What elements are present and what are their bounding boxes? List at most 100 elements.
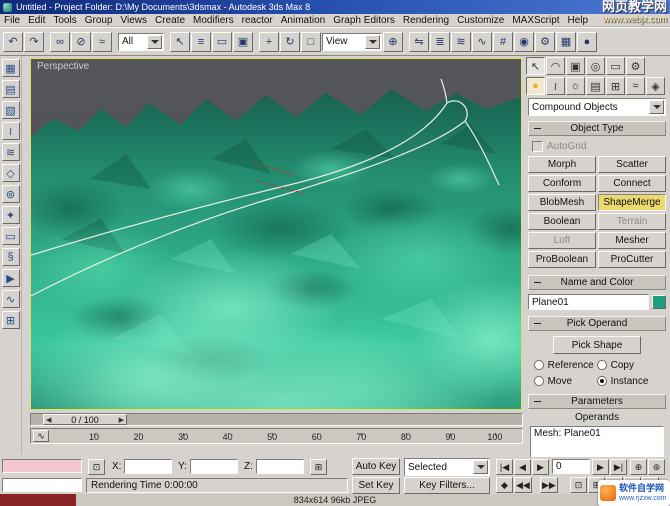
display-tab-icon[interactable]: ▭	[606, 57, 625, 75]
maxscript-mini-listener-history[interactable]	[2, 478, 82, 492]
schematic-view-icon[interactable]: #	[493, 31, 513, 52]
mesher-button[interactable]: Mesher	[598, 232, 666, 249]
rope-icon[interactable]: ≀	[1, 122, 20, 140]
wind-icon[interactable]: ∿	[1, 290, 20, 308]
select-object-icon[interactable]: ↖	[170, 31, 190, 52]
shapemerge-button[interactable]: ShapeMerge	[598, 194, 666, 211]
motion-tab-icon[interactable]: ◎	[586, 57, 605, 75]
title-bar[interactable]: Untitled - Project Folder: D:\My Documen…	[0, 0, 670, 14]
utilities-tab-icon[interactable]: ⚙	[626, 57, 645, 75]
rollout-parameters[interactable]: Parameters	[528, 394, 666, 409]
use-pivot-icon[interactable]: ⊕	[383, 31, 403, 52]
hierarchy-tab-icon[interactable]: ▣	[566, 57, 585, 75]
menu-views[interactable]: Views	[117, 15, 152, 26]
menu-customize[interactable]: Customize	[453, 15, 508, 26]
shapes-icon[interactable]: ≀	[546, 77, 565, 95]
render-scene-icon[interactable]: ⚙	[535, 31, 555, 52]
x-coordinate-field[interactable]	[124, 459, 172, 474]
go-to-end-icon[interactable]: ▶|	[610, 459, 627, 475]
blobmesh-button[interactable]: BlobMesh	[528, 194, 596, 211]
mini-curve-editor-icon[interactable]: ∿	[33, 430, 49, 442]
next-frame-icon[interactable]: ▶	[592, 459, 609, 475]
select-rotate-icon[interactable]: ↻	[280, 31, 300, 52]
selection-filter-dropdown[interactable]: All	[118, 32, 164, 51]
spring-icon[interactable]: §	[1, 248, 20, 266]
align-icon[interactable]: ≣	[430, 31, 450, 52]
zoom-extents-icon[interactable]: ⊡	[570, 477, 587, 493]
selected-filter-dropdown[interactable]: Selected	[404, 458, 490, 476]
pick-shape-button[interactable]: Pick Shape	[553, 336, 641, 354]
constraint-icon[interactable]: ◇	[1, 164, 20, 182]
y-coordinate-field[interactable]	[190, 459, 238, 474]
auto-key-button[interactable]: Auto Key	[352, 458, 400, 475]
perspective-viewport[interactable]: Perspective	[30, 58, 522, 410]
menu-maxscript[interactable]: MAXScript	[508, 15, 563, 26]
menu-animation[interactable]: Animation	[277, 15, 329, 26]
copy-radio[interactable]	[597, 360, 607, 370]
z-coordinate-field[interactable]	[256, 459, 304, 474]
scatter-button[interactable]: Scatter	[598, 156, 666, 173]
key-mode-icon[interactable]: ◆	[496, 477, 513, 493]
quick-render-icon[interactable]: ●	[577, 31, 597, 52]
curve-editor-icon[interactable]: ∿	[472, 31, 492, 52]
morph-button[interactable]: Morph	[528, 156, 596, 173]
render-type-icon[interactable]: ▦	[556, 31, 576, 52]
previous-key-icon[interactable]: ◀◀	[514, 477, 532, 493]
select-move-icon[interactable]: +	[259, 31, 279, 52]
zoom-icon[interactable]: ⊕	[630, 459, 647, 475]
bind-spacewarp-icon[interactable]: ≈	[92, 31, 112, 52]
reference-radio[interactable]	[534, 360, 544, 370]
fracture-icon[interactable]: ✦	[1, 206, 20, 224]
object-color-swatch[interactable]	[652, 295, 666, 309]
helpers-icon[interactable]: ⊞	[606, 77, 625, 95]
operand-item[interactable]: Mesh: Plane01	[531, 427, 663, 440]
rollout-object-type[interactable]: Object Type	[528, 121, 666, 136]
layer-manager-icon[interactable]: ≋	[451, 31, 471, 52]
rollout-pick-operand[interactable]: Pick Operand	[528, 316, 666, 331]
zoom-all-icon[interactable]: ⊛	[648, 459, 665, 475]
proboolean-button[interactable]: ProBoolean	[528, 251, 596, 268]
boolean-button[interactable]: Boolean	[528, 213, 596, 230]
grid-snap-icon[interactable]: ⊞	[310, 459, 327, 475]
track-bar[interactable]: ∿ 10 20 30 40 50 60 70 80 90 100	[30, 428, 523, 444]
reference-coordinate-dropdown[interactable]: View	[322, 32, 382, 51]
motor-icon[interactable]: ⊚	[1, 185, 20, 203]
select-scale-icon[interactable]: □	[301, 31, 321, 52]
autogrid-checkbox[interactable]	[532, 141, 543, 152]
conform-button[interactable]: Conform	[528, 175, 596, 192]
water-icon[interactable]: ≋	[1, 143, 20, 161]
current-frame-field[interactable]: 0	[552, 459, 590, 474]
key-filters-button[interactable]: Key Filters...	[404, 477, 490, 494]
rect-selection-icon[interactable]: ▭	[212, 31, 232, 52]
crossing-selection-icon[interactable]: ▣	[233, 31, 253, 52]
redo-icon[interactable]: ↷	[24, 31, 44, 52]
plane-icon[interactable]: ▭	[1, 227, 20, 245]
next-key-icon[interactable]: ▶▶	[540, 477, 558, 493]
menu-group[interactable]: Group	[81, 15, 117, 26]
rigid-body-icon[interactable]: ▦	[1, 59, 20, 77]
menu-graph-editors[interactable]: Graph Editors	[329, 15, 399, 26]
select-link-icon[interactable]: ∞	[50, 31, 70, 52]
menu-tools[interactable]: Tools	[49, 15, 80, 26]
connect-button[interactable]: Connect	[598, 175, 666, 192]
mirror-icon[interactable]: ⇋	[409, 31, 429, 52]
menu-edit[interactable]: Edit	[24, 15, 49, 26]
object-name-field[interactable]: Plane01	[528, 294, 649, 310]
move-radio[interactable]	[534, 376, 544, 386]
undo-icon[interactable]: ↶	[3, 31, 23, 52]
systems-icon[interactable]: ◈	[646, 77, 665, 95]
frame-back-icon[interactable]: ◀	[46, 416, 51, 424]
menu-reactor[interactable]: reactor	[238, 15, 277, 26]
selection-lock-icon[interactable]: ⊡	[88, 459, 105, 475]
select-by-name-icon[interactable]: ≡	[191, 31, 211, 52]
cameras-icon[interactable]: ▤	[586, 77, 605, 95]
set-key-button[interactable]: Set Key	[352, 477, 400, 494]
rollout-name-color[interactable]: Name and Color	[528, 275, 666, 290]
play-icon[interactable]: ▶	[532, 459, 549, 475]
create-tab-icon[interactable]: ↖	[526, 57, 545, 75]
analyze-icon[interactable]: ⊞	[1, 311, 20, 329]
time-slider-handle[interactable]: ◀ 0 / 100 ▶	[43, 414, 127, 425]
cloth-icon[interactable]: ▤	[1, 80, 20, 98]
preview-icon[interactable]: ▶	[1, 269, 20, 287]
lights-icon[interactable]: ☼	[566, 77, 585, 95]
